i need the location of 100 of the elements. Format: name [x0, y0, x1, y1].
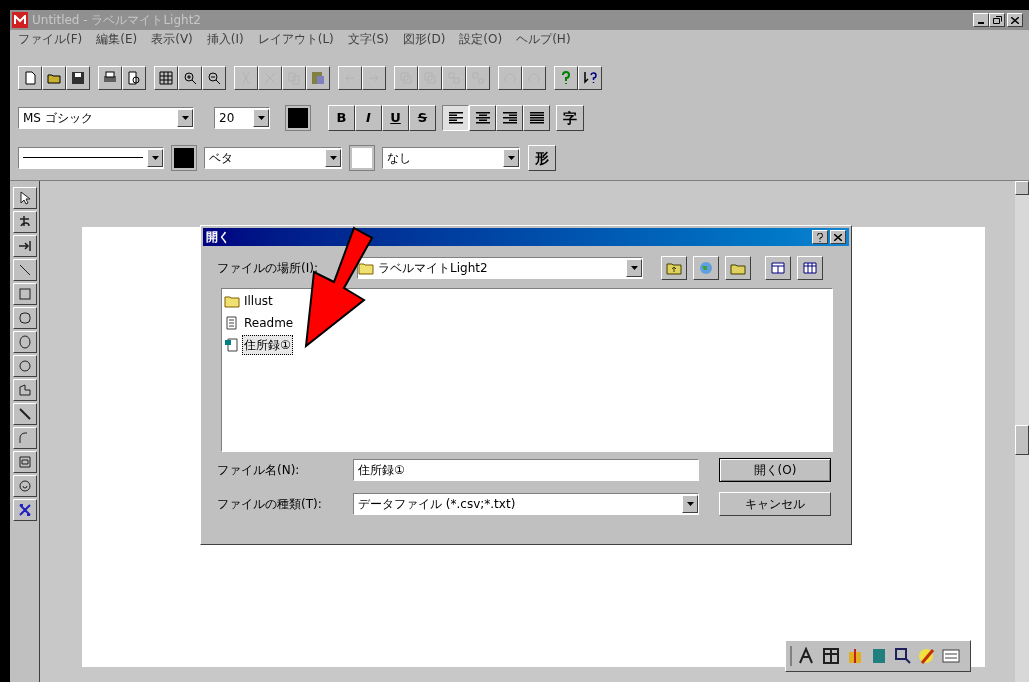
- help-button[interactable]: [812, 230, 828, 244]
- text-align-icon: [529, 112, 544, 124]
- align-button[interactable]: [442, 105, 469, 131]
- dialog-toolbar-button[interactable]: [725, 256, 751, 280]
- arrow-into-bar-icon: [16, 238, 33, 254]
- menu-item[interactable]: 設定(O): [459, 30, 503, 48]
- style-button[interactable]: B: [328, 105, 355, 131]
- menu-item[interactable]: 図形(D): [402, 30, 446, 48]
- frame-icon: [16, 454, 33, 470]
- tool-button[interactable]: [12, 379, 37, 401]
- menu-item[interactable]: 表示(V): [151, 30, 193, 48]
- filename-label: ファイル名(N):: [217, 462, 301, 479]
- folder-up-icon: [666, 261, 682, 275]
- cancel-button[interactable]: キャンセル: [719, 492, 831, 516]
- text-align-icon: [502, 112, 517, 124]
- folder-icon: [224, 294, 240, 308]
- close-icon: [834, 233, 842, 241]
- restore-icon: [992, 16, 1002, 24]
- file-item[interactable]: Illust: [242, 291, 275, 311]
- magnifier-page-icon: [126, 70, 142, 86]
- toolbar-button[interactable]: [202, 66, 226, 90]
- toolbar-button[interactable]: [122, 66, 146, 90]
- fill-color-swatch[interactable]: [350, 146, 374, 170]
- grid-icon: [158, 70, 174, 86]
- line-sample-icon: [23, 157, 143, 159]
- line-color-swatch[interactable]: [172, 146, 196, 170]
- connector-icon: [16, 502, 33, 518]
- close-button[interactable]: [1007, 13, 1023, 27]
- style-button[interactable]: U: [382, 105, 409, 131]
- dialog-toolbar-button[interactable]: [693, 256, 719, 280]
- card-icon[interactable]: [941, 646, 961, 666]
- page-icon: [22, 70, 38, 86]
- app-logo-icon: [12, 12, 28, 28]
- toolbar-button[interactable]: [42, 66, 66, 90]
- line-style-combo[interactable]: [18, 147, 164, 169]
- details-view-icon: [802, 261, 818, 275]
- list-view-icon: [770, 261, 786, 275]
- menu-item[interactable]: 編集(E): [96, 30, 138, 48]
- toolbar-button[interactable]: [578, 66, 602, 90]
- close-icon: [1011, 16, 1019, 24]
- style-button[interactable]: I: [355, 105, 382, 131]
- toolbar-button[interactable]: [154, 66, 178, 90]
- tool-button[interactable]: [12, 499, 37, 521]
- tool-button[interactable]: [12, 451, 37, 473]
- magnifier-plus-icon: [182, 70, 198, 86]
- tool-button[interactable]: [12, 235, 37, 257]
- toolbar-button[interactable]: [98, 66, 122, 90]
- toolbar-button[interactable]: [66, 66, 90, 90]
- file-item[interactable]: 住所録①: [242, 335, 293, 355]
- size-combo[interactable]: 20: [214, 107, 270, 129]
- filetype-label: ファイルの種類(T):: [217, 496, 323, 513]
- vertical-scrollbar[interactable]: [1015, 181, 1029, 682]
- circle-icon: [16, 358, 33, 374]
- new-folder-icon: [730, 261, 746, 275]
- tool-button[interactable]: [12, 355, 37, 377]
- file-item[interactable]: Readme: [242, 313, 296, 333]
- filetype-combo[interactable]: データファイル (*.csv;*.txt): [353, 493, 699, 515]
- dialog-title: 開く: [206, 229, 231, 246]
- grip-icon: [790, 646, 793, 666]
- filename-field[interactable]: 住所録①: [353, 459, 699, 481]
- restore-button[interactable]: [989, 13, 1005, 27]
- tool-button[interactable]: [12, 259, 37, 281]
- dialog-toolbar-button[interactable]: [661, 256, 687, 280]
- tool-button[interactable]: [12, 187, 37, 209]
- zoom-page-icon[interactable]: [893, 646, 913, 666]
- toolbar-button[interactable]: [178, 66, 202, 90]
- fill-combo[interactable]: ベタ: [204, 147, 342, 169]
- location-combo[interactable]: ラベルマイトLight2: [357, 257, 643, 279]
- minimize-icon: [978, 22, 984, 24]
- pattern-combo[interactable]: なし: [382, 147, 520, 169]
- tool-button[interactable]: [12, 403, 37, 425]
- text-align-icon: [448, 112, 463, 124]
- menu-item[interactable]: ヘルプ(H): [516, 30, 571, 48]
- shape-button[interactable]: 形: [528, 145, 556, 171]
- tool-button[interactable]: [12, 307, 37, 329]
- close-button[interactable]: [830, 230, 846, 244]
- floppy-icon: [70, 70, 86, 86]
- tool-button[interactable]: [12, 475, 37, 497]
- rounded-rectangle-icon: [16, 310, 33, 326]
- dialog-toolbar-button[interactable]: [765, 256, 791, 280]
- menu-item[interactable]: レイアウト(L): [257, 30, 334, 48]
- document-icon: [224, 316, 240, 330]
- character-button[interactable]: 字: [556, 105, 584, 131]
- tool-button[interactable]: [12, 427, 37, 449]
- font-combo[interactable]: MS ゴシック: [18, 107, 194, 129]
- tool-button[interactable]: [12, 211, 37, 233]
- menu-item[interactable]: ファイル(F): [18, 30, 83, 48]
- toolbar-button[interactable]: [554, 66, 578, 90]
- style-button[interactable]: S: [409, 105, 436, 131]
- open-button[interactable]: 開く(O): [719, 458, 831, 482]
- ellipse-icon: [16, 334, 33, 350]
- menu-item[interactable]: 文字(S): [347, 30, 389, 48]
- tool-button[interactable]: [12, 331, 37, 353]
- toolbar-button[interactable]: [18, 66, 42, 90]
- toolbar-button[interactable]: [306, 66, 330, 90]
- dialog-toolbar-button[interactable]: [797, 256, 823, 280]
- menu-item[interactable]: 挿入(I): [206, 30, 244, 48]
- text-color-swatch[interactable]: [286, 106, 310, 130]
- tool-button[interactable]: [12, 283, 37, 305]
- minimize-button[interactable]: [973, 13, 989, 27]
